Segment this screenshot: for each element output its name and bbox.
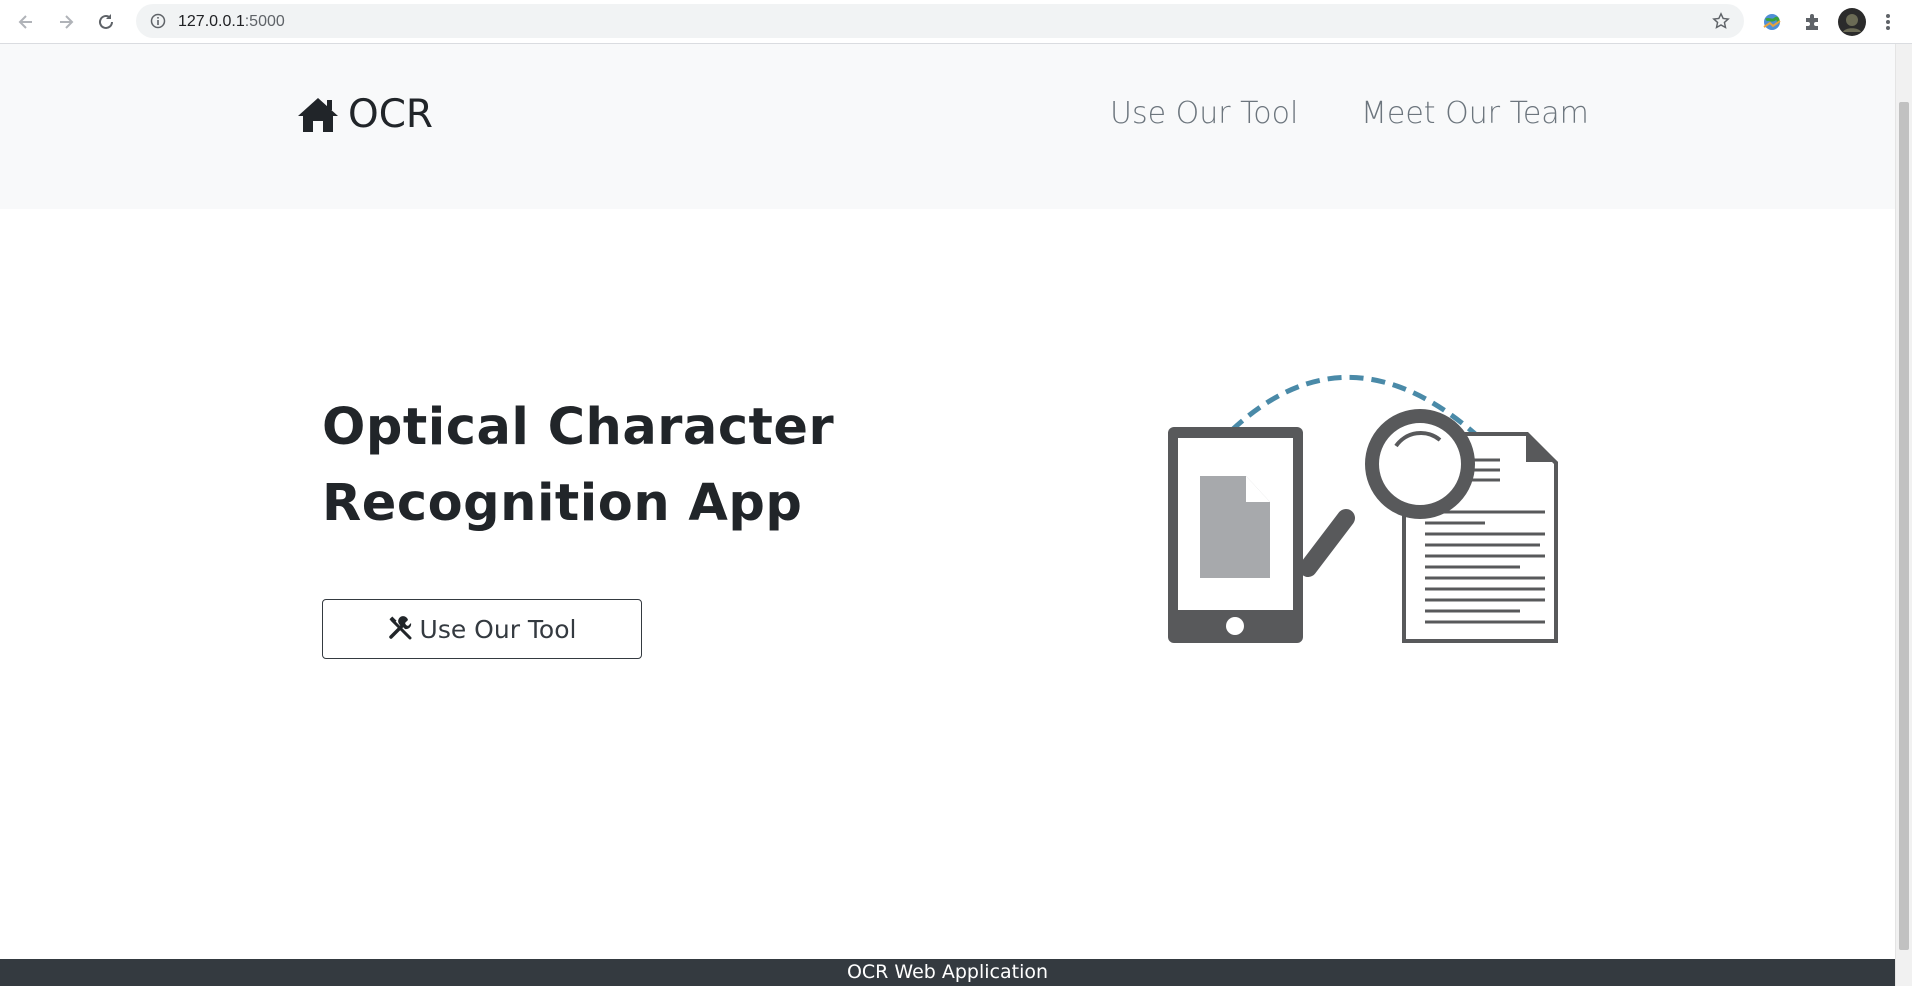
- site-navbar: OCR Use Our Tool Meet Our Team: [0, 44, 1895, 209]
- extensions-button[interactable]: [1798, 8, 1826, 36]
- star-icon[interactable]: [1712, 12, 1730, 30]
- page-title: Optical Character Recognition App: [322, 390, 882, 542]
- extension-globe-button[interactable]: [1758, 8, 1786, 36]
- phone-icon: [1168, 427, 1303, 643]
- brand-text: OCR: [348, 92, 434, 137]
- nav-link-meet-our-team[interactable]: Meet Our Team: [1361, 96, 1589, 131]
- back-arrow-icon: [18, 15, 32, 29]
- tools-icon: [388, 616, 412, 640]
- site-footer: OCR Web Application: [0, 959, 1895, 986]
- page-scrollbar[interactable]: [1895, 44, 1912, 986]
- extension-globe-icon: [1763, 14, 1781, 30]
- avatar: [1838, 8, 1866, 36]
- page-title-line-1: Optical Character: [322, 398, 835, 457]
- profile-button[interactable]: [1838, 8, 1866, 36]
- browser-menu-button[interactable]: [1878, 8, 1898, 36]
- home-icon: [298, 97, 338, 132]
- back-button[interactable]: [12, 8, 40, 36]
- ocr-illustration: [1168, 375, 1558, 643]
- use-our-tool-button-label: Use Our Tool: [419, 614, 577, 644]
- footer-text: OCR Web Application: [846, 961, 1049, 983]
- reload-icon: [99, 14, 113, 29]
- scrollbar-thumb[interactable]: [1899, 102, 1909, 950]
- url-text: 127.0.0.1:5000: [178, 13, 285, 30]
- puzzle-icon: [1806, 14, 1818, 30]
- browser-toolbar: 127.0.0.1:5000: [0, 0, 1912, 44]
- page-title-line-2: Recognition App: [322, 474, 803, 533]
- info-icon: [150, 13, 166, 29]
- brand-link[interactable]: OCR: [296, 92, 433, 137]
- nav-link-use-our-tool[interactable]: Use Our Tool: [1110, 96, 1298, 131]
- address-bar[interactable]: 127.0.0.1:5000: [136, 4, 1744, 38]
- use-our-tool-button[interactable]: Use Our Tool: [322, 599, 642, 659]
- reload-button[interactable]: [92, 8, 120, 36]
- forward-arrow-icon: [60, 15, 74, 29]
- kebab-menu-icon: [1886, 14, 1890, 30]
- forward-button[interactable]: [52, 8, 80, 36]
